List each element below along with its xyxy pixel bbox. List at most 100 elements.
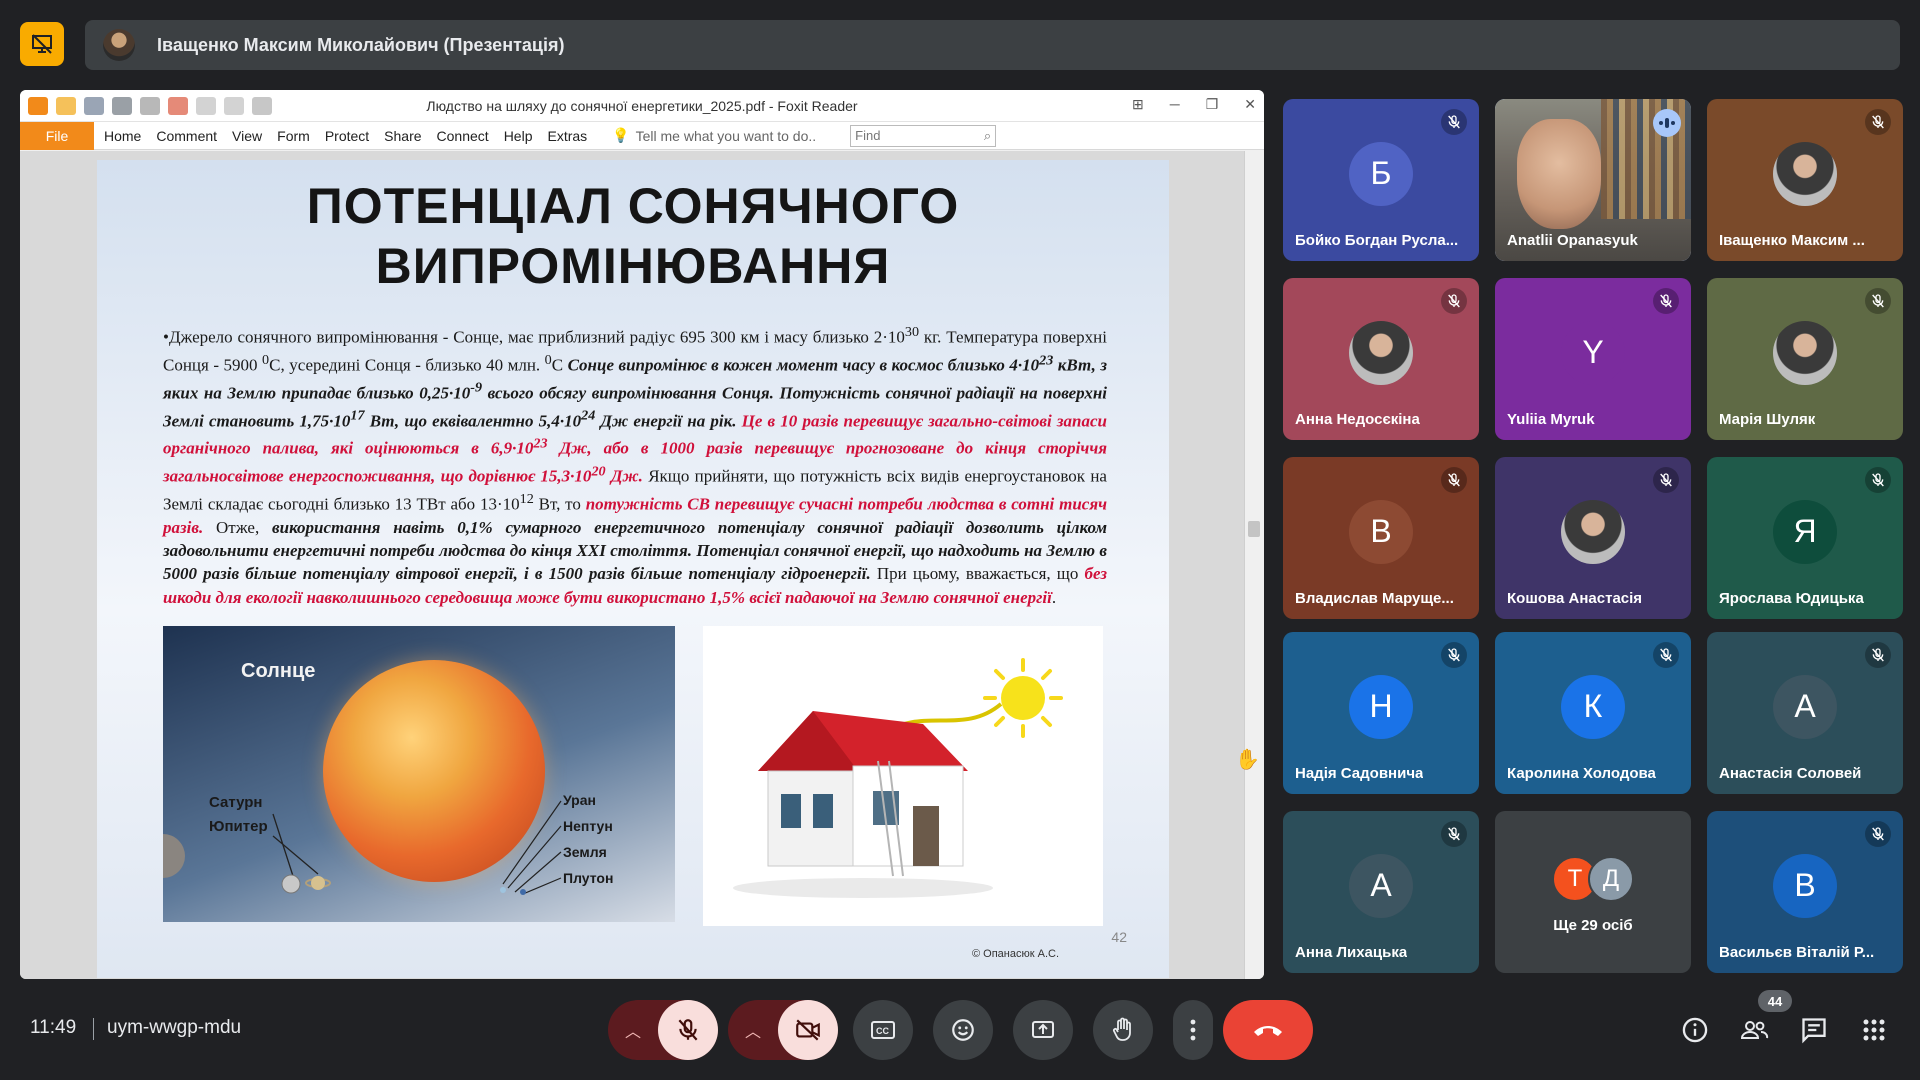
more-participants-tile[interactable]: Т Д Ще 29 осіб: [1495, 811, 1691, 973]
more-participants-label: Ще 29 осіб: [1553, 917, 1633, 934]
pdf-page: ПОТЕНЦІАЛ СОНЯЧНОГО ВИПРОМІНЮВАННЯ •Джер…: [97, 160, 1169, 978]
text-run: Вт, то: [533, 494, 586, 514]
avatar: [1773, 141, 1837, 206]
unmute-button[interactable]: [658, 1000, 718, 1060]
tell-me-search[interactable]: 💡 Tell me what you want to do..: [612, 127, 816, 144]
participant-tile[interactable]: А Анастасія Соловей: [1707, 632, 1903, 794]
menu-help[interactable]: Help: [504, 128, 533, 144]
participant-name: Ярослава Юдицька: [1719, 590, 1864, 607]
slide-author: © Опанасюк А.С.: [972, 948, 1059, 960]
text-run: •Джерело сонячного випромінювання - Сонц…: [163, 327, 905, 347]
restore-icon[interactable]: ❐: [1206, 96, 1219, 113]
text-bold: Сонце випромінює в кожен момент часу в к…: [567, 355, 1040, 375]
search-icon[interactable]: ⌕: [984, 128, 991, 144]
participant-tile[interactable]: Кошова Анастасія: [1495, 457, 1691, 619]
participant-tile[interactable]: Anatlii Opanasyuk: [1495, 99, 1691, 261]
undo-icon[interactable]: [196, 96, 216, 115]
more-options-button[interactable]: [1173, 1000, 1213, 1060]
layout-icon[interactable]: ⊞: [1132, 96, 1144, 113]
chat-button[interactable]: [1798, 1014, 1830, 1046]
presentation-unpin-icon: [32, 34, 52, 54]
minimize-icon[interactable]: ─: [1170, 96, 1180, 113]
slide-page-number: 42: [1111, 929, 1127, 945]
audio-options-button[interactable]: ︿: [608, 1018, 658, 1042]
turn-on-camera-button[interactable]: [778, 1000, 838, 1060]
presentation-banner: Іващенко Максим Миколайович (Презентація…: [85, 20, 1900, 70]
text-sup: 23: [1039, 351, 1054, 368]
unpin-presentation-button[interactable]: [20, 22, 64, 66]
participant-tile[interactable]: Б Бойко Богдан Русла...: [1283, 99, 1479, 261]
menu-view[interactable]: View: [232, 128, 262, 144]
participant-tile[interactable]: В Владислав Маруще...: [1283, 457, 1479, 619]
hand-cursor-icon: ✋: [1235, 749, 1260, 771]
muted-mic-icon: [1865, 642, 1891, 668]
scrollbar-thumb[interactable]: [1248, 521, 1260, 537]
people-button[interactable]: [1738, 1014, 1770, 1046]
planet-pointers: [163, 800, 562, 895]
avatar: А: [1349, 853, 1413, 918]
participant-tile[interactable]: Я Ярослава Юдицька: [1707, 457, 1903, 619]
menu-connect[interactable]: Connect: [437, 128, 489, 144]
open-icon[interactable]: [56, 96, 76, 115]
print-icon[interactable]: [112, 96, 132, 115]
text-sup: 17: [350, 407, 365, 424]
end-call-icon: [1254, 1026, 1282, 1036]
house-illustration: [733, 658, 1063, 898]
participant-tile[interactable]: Марія Шуляк: [1707, 278, 1903, 440]
more-vert-icon: [1190, 1019, 1196, 1041]
menu-home[interactable]: Home: [104, 128, 141, 144]
video-options-button[interactable]: ︿: [728, 1018, 778, 1042]
create-pdf-icon[interactable]: [168, 96, 188, 115]
muted-mic-icon: [1865, 821, 1891, 847]
info-icon: [1682, 1017, 1708, 1043]
hand-icon: [1112, 1017, 1131, 1041]
menu-extras[interactable]: Extras: [547, 128, 587, 144]
avatar: А: [1773, 674, 1837, 739]
document-viewport[interactable]: ПОТЕНЦІАЛ СОНЯЧНОГО ВИПРОМІНЮВАННЯ •Джер…: [20, 151, 1264, 979]
participant-tile[interactable]: К Каролина Холодова: [1495, 632, 1691, 794]
save-icon[interactable]: [84, 96, 104, 115]
captions-icon: CC: [871, 1021, 895, 1039]
text-run: Отже,: [203, 518, 273, 538]
slide-title-line2: ВИПРОМІНЮВАННЯ: [375, 238, 891, 294]
raise-hand-button[interactable]: [1093, 1000, 1153, 1060]
participant-name: Бойко Богдан Русла...: [1295, 232, 1459, 249]
leave-call-button[interactable]: [1223, 1000, 1313, 1060]
participant-tile[interactable]: Н Надія Садовнича: [1283, 632, 1479, 794]
menu-file[interactable]: File: [20, 121, 94, 150]
participant-tile[interactable]: Анна Недосєкіна: [1283, 278, 1479, 440]
meeting-details-button[interactable]: [1679, 1014, 1711, 1046]
text-sup: 12: [519, 491, 534, 508]
slide-title-line1: ПОТЕНЦІАЛ СОНЯЧНОГО: [306, 178, 960, 234]
participant-name: Марія Шуляк: [1719, 411, 1816, 428]
divider: [93, 1018, 94, 1040]
present-screen-button[interactable]: [1013, 1000, 1073, 1060]
clock: 11:49: [30, 1017, 77, 1038]
redo-icon[interactable]: [224, 96, 244, 115]
menu-form[interactable]: Form: [277, 128, 310, 144]
meeting-code: uym-wwgp-mdu: [107, 1017, 242, 1038]
avatar: [1773, 320, 1837, 385]
menu-share[interactable]: Share: [384, 128, 421, 144]
hand-tool-icon[interactable]: [252, 96, 272, 115]
activities-button[interactable]: [1858, 1014, 1890, 1046]
participant-tile[interactable]: Іващенко Максим ...: [1707, 99, 1903, 261]
menu-comment[interactable]: Comment: [156, 128, 217, 144]
speaking-indicator-icon: [1653, 109, 1681, 137]
captions-button[interactable]: CC: [853, 1000, 913, 1060]
participant-tile[interactable]: Y Yuliia Myruk: [1495, 278, 1691, 440]
participant-name: Владислав Маруще...: [1295, 590, 1454, 607]
find-input[interactable]: Find ⌕: [850, 124, 997, 147]
find-placeholder: Find: [855, 128, 881, 143]
scan-icon[interactable]: [140, 96, 160, 115]
muted-mic-icon: [1441, 288, 1467, 314]
menu-protect[interactable]: Protect: [325, 128, 369, 144]
text-red: Дж.: [605, 466, 643, 486]
muted-mic-icon: [1441, 109, 1467, 135]
participant-tile[interactable]: В Васильєв Віталій Р...: [1707, 811, 1903, 973]
presenter-avatar: [103, 29, 135, 61]
close-icon[interactable]: ✕: [1244, 96, 1256, 113]
vertical-scrollbar[interactable]: [1244, 151, 1264, 979]
reactions-button[interactable]: [933, 1000, 993, 1060]
participant-tile[interactable]: А Анна Лихацька: [1283, 811, 1479, 973]
